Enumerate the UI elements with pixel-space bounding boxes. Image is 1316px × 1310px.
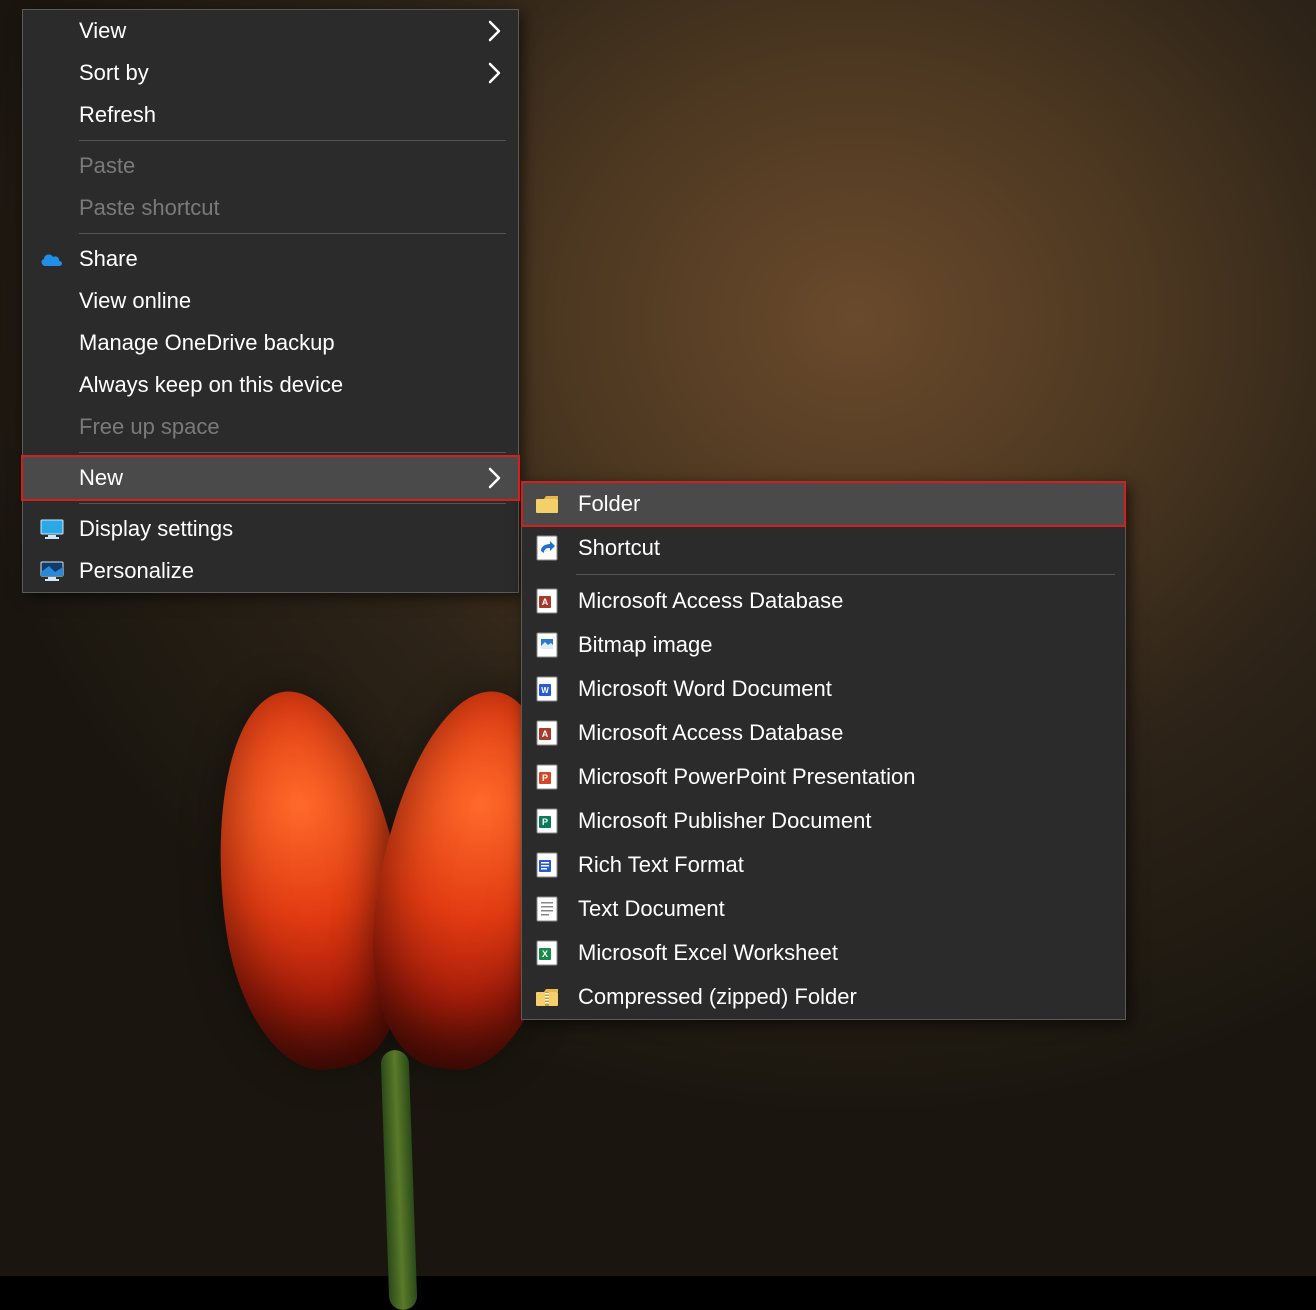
submenu-item-shortcut[interactable]: Shortcut	[522, 526, 1125, 570]
word-file-icon: W	[534, 674, 560, 704]
submenu-label: Shortcut	[578, 535, 660, 561]
menu-item-share[interactable]: Share	[23, 238, 518, 280]
menu-label: View	[79, 18, 126, 44]
bitmap-file-icon	[534, 630, 560, 660]
submenu-label: Microsoft PowerPoint Presentation	[578, 764, 916, 790]
folder-icon	[534, 489, 560, 519]
menu-item-personalize[interactable]: Personalize	[23, 550, 518, 592]
access-file-icon: A	[534, 718, 560, 748]
menu-label: Personalize	[79, 558, 194, 584]
submenu-label: Rich Text Format	[578, 852, 744, 878]
menu-separator	[576, 574, 1115, 575]
submenu-item-rich-text-format[interactable]: Rich Text Format	[522, 843, 1125, 887]
menu-label: Share	[79, 246, 138, 272]
desktop-context-menu: View Sort by Refresh Paste Paste shortcu…	[22, 9, 519, 593]
menu-separator	[79, 452, 506, 453]
submenu-item-access-database-2[interactable]: A Microsoft Access Database	[522, 711, 1125, 755]
monitor-icon	[37, 517, 67, 541]
submenu-label: Compressed (zipped) Folder	[578, 984, 857, 1010]
chevron-right-icon	[488, 19, 502, 43]
menu-label: Paste	[79, 153, 135, 179]
submenu-item-compressed-folder[interactable]: Compressed (zipped) Folder	[522, 975, 1125, 1019]
submenu-label: Microsoft Access Database	[578, 588, 843, 614]
chevron-right-icon	[488, 466, 502, 490]
submenu-item-bitmap-image[interactable]: Bitmap image	[522, 623, 1125, 667]
powerpoint-file-icon: P	[534, 762, 560, 792]
svg-text:W: W	[541, 686, 549, 695]
text-file-icon	[534, 894, 560, 924]
submenu-item-powerpoint-presentation[interactable]: P Microsoft PowerPoint Presentation	[522, 755, 1125, 799]
svg-text:X: X	[542, 949, 548, 959]
rtf-file-icon	[534, 850, 560, 880]
menu-item-refresh[interactable]: Refresh	[23, 94, 518, 136]
menu-separator	[79, 233, 506, 234]
svg-text:A: A	[542, 729, 549, 739]
access-file-icon: A	[534, 586, 560, 616]
submenu-item-text-document[interactable]: Text Document	[522, 887, 1125, 931]
submenu-label: Microsoft Access Database	[578, 720, 843, 746]
svg-text:A: A	[542, 597, 549, 607]
menu-label: Always keep on this device	[79, 372, 343, 398]
personalize-monitor-icon	[37, 559, 67, 583]
menu-item-new[interactable]: New	[23, 457, 518, 499]
submenu-label: Text Document	[578, 896, 725, 922]
submenu-label: Bitmap image	[578, 632, 713, 658]
submenu-item-access-database[interactable]: A Microsoft Access Database	[522, 579, 1125, 623]
menu-label: Sort by	[79, 60, 149, 86]
menu-label: Paste shortcut	[79, 195, 220, 221]
submenu-label: Microsoft Word Document	[578, 676, 832, 702]
menu-item-paste: Paste	[23, 145, 518, 187]
menu-item-always-keep-on-device[interactable]: Always keep on this device	[23, 364, 518, 406]
submenu-item-word-document[interactable]: W Microsoft Word Document	[522, 667, 1125, 711]
svg-text:P: P	[542, 817, 548, 827]
submenu-item-folder[interactable]: Folder	[522, 482, 1125, 526]
menu-label: Free up space	[79, 414, 220, 440]
menu-item-free-up-space: Free up space	[23, 406, 518, 448]
submenu-label: Folder	[578, 491, 640, 517]
menu-label: Display settings	[79, 516, 233, 542]
menu-item-view[interactable]: View	[23, 10, 518, 52]
submenu-label: Microsoft Excel Worksheet	[578, 940, 838, 966]
new-submenu: Folder Shortcut A Microsoft Access Datab…	[521, 481, 1126, 1020]
publisher-file-icon: P	[534, 806, 560, 836]
excel-file-icon: X	[534, 938, 560, 968]
menu-separator	[79, 140, 506, 141]
submenu-item-publisher-document[interactable]: P Microsoft Publisher Document	[522, 799, 1125, 843]
chevron-right-icon	[488, 61, 502, 85]
wallpaper-flower	[210, 690, 570, 1250]
menu-item-view-online[interactable]: View online	[23, 280, 518, 322]
menu-item-display-settings[interactable]: Display settings	[23, 508, 518, 550]
svg-text:P: P	[542, 773, 548, 783]
menu-item-manage-onedrive-backup[interactable]: Manage OneDrive backup	[23, 322, 518, 364]
onedrive-cloud-icon	[37, 247, 67, 271]
menu-item-sort-by[interactable]: Sort by	[23, 52, 518, 94]
submenu-label: Microsoft Publisher Document	[578, 808, 871, 834]
menu-separator	[79, 503, 506, 504]
menu-label: New	[79, 465, 123, 491]
zip-folder-icon	[534, 982, 560, 1012]
menu-label: View online	[79, 288, 191, 314]
menu-label: Refresh	[79, 102, 156, 128]
submenu-item-excel-worksheet[interactable]: X Microsoft Excel Worksheet	[522, 931, 1125, 975]
menu-label: Manage OneDrive backup	[79, 330, 335, 356]
menu-item-paste-shortcut: Paste shortcut	[23, 187, 518, 229]
shortcut-icon	[534, 533, 560, 563]
